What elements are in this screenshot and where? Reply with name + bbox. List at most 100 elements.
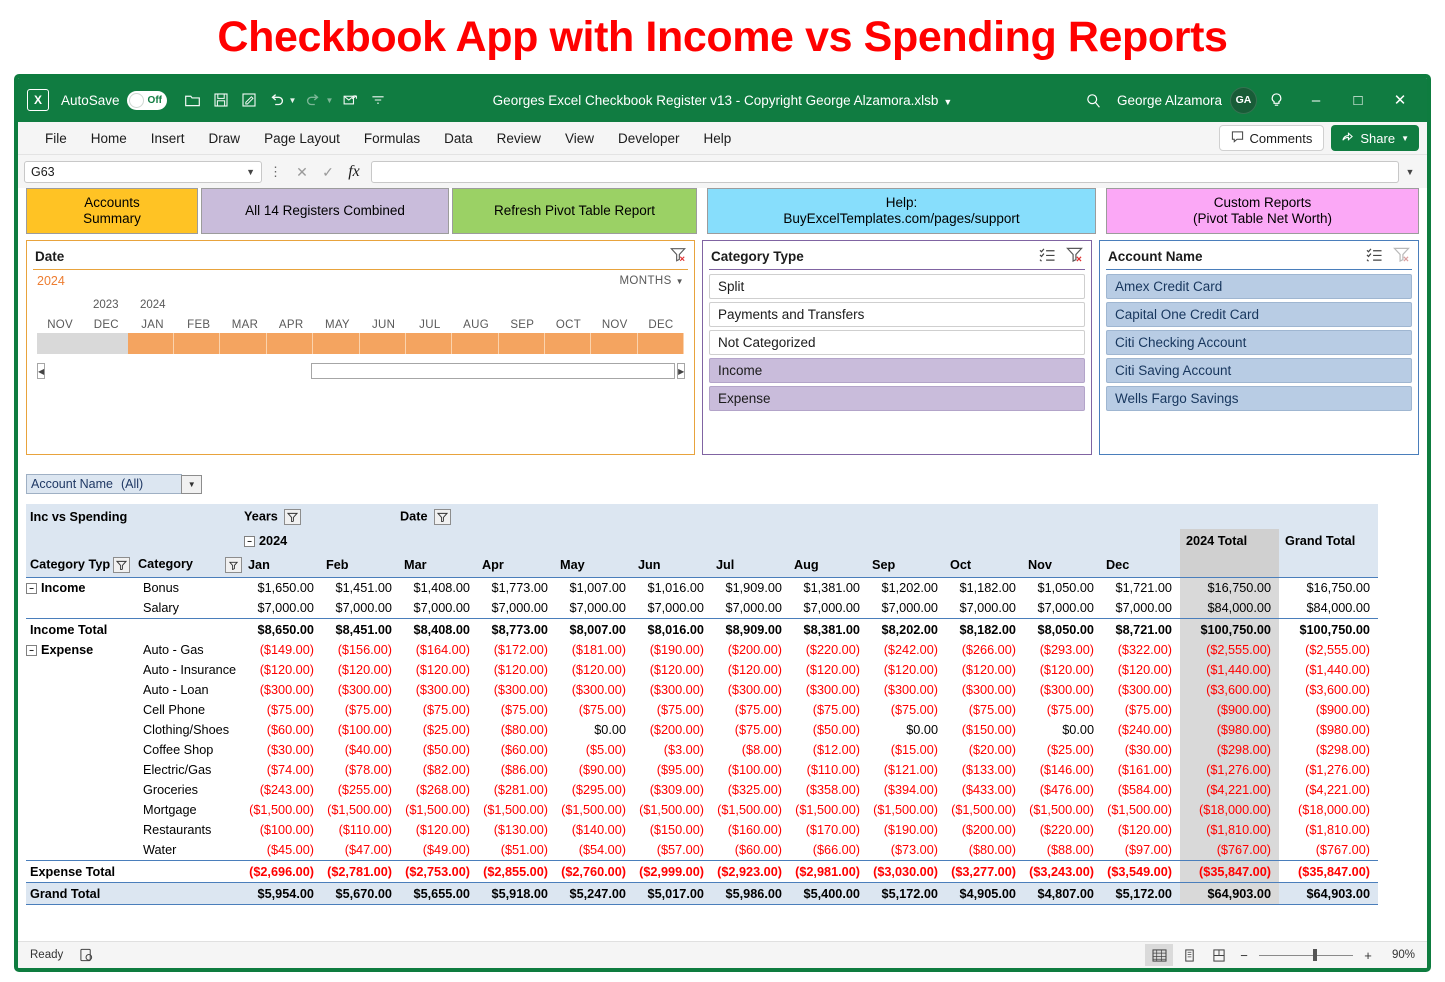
tab-view[interactable]: View (554, 128, 605, 149)
timeline-segment[interactable] (82, 333, 128, 354)
accounts-summary-button[interactable]: Accounts Summary (26, 188, 198, 234)
minimize-button[interactable]: – (1295, 85, 1337, 115)
zoom-slider-thumb[interactable] (1313, 949, 1317, 961)
open-icon[interactable] (180, 87, 206, 113)
collapse-income-icon[interactable]: − (26, 583, 37, 595)
timeline-segment[interactable] (127, 333, 175, 354)
category-slicer-item-not-categorized[interactable]: Not Categorized (709, 330, 1085, 355)
pivot-group-expense[interactable]: − Expense (26, 640, 134, 660)
category-sort-filter-icon[interactable] (225, 557, 242, 573)
avatar[interactable]: GA (1230, 86, 1257, 114)
arrow-left-icon[interactable]: ◀ (37, 363, 46, 379)
redo-icon[interactable] (300, 87, 326, 113)
timeline-scrollbar[interactable]: ◀ ▶ (37, 363, 686, 379)
clear-filter-icon[interactable] (1066, 247, 1083, 265)
cancel-icon[interactable]: ✕ (289, 161, 315, 183)
formula-bar-options-icon[interactable]: ⋮ (262, 164, 289, 180)
tab-help[interactable]: Help (693, 128, 743, 149)
zoom-level[interactable]: 90% (1387, 949, 1415, 961)
refresh-pivot-table-button[interactable]: Refresh Pivot Table Report (452, 188, 697, 234)
redo-dropdown-icon[interactable]: ▼ (325, 96, 333, 105)
years-filter-icon[interactable] (284, 508, 302, 525)
close-button[interactable]: ✕ (1379, 85, 1421, 115)
save-icon[interactable] (208, 87, 234, 113)
autosave-toggle[interactable]: Off (126, 90, 167, 110)
lightbulb-icon[interactable] (1257, 85, 1295, 115)
category-slicer-item-income[interactable]: Income (709, 358, 1085, 383)
account-slicer-item-capital-one[interactable]: Capital One Credit Card (1106, 302, 1412, 327)
name-box[interactable]: G63 ▼ (24, 161, 262, 183)
pivot-group-income[interactable]: − Income (26, 578, 134, 599)
tab-home[interactable]: Home (80, 128, 138, 149)
document-title-dropdown-icon[interactable]: ▼ (943, 97, 952, 107)
category-slicer-item-payments-transfers[interactable]: Payments and Transfers (709, 302, 1085, 327)
timeline-segment[interactable] (637, 333, 685, 354)
help-button[interactable]: Help: BuyExcelTemplates.com/pages/suppor… (707, 188, 1096, 234)
page-break-view-icon[interactable] (1205, 944, 1233, 966)
search-icon[interactable] (1075, 85, 1113, 115)
timeline-segment[interactable] (544, 333, 592, 354)
tab-insert[interactable]: Insert (140, 128, 196, 149)
timeline-segment[interactable] (313, 333, 360, 354)
multi-select-icon[interactable] (1366, 247, 1383, 265)
save-as-icon[interactable] (236, 87, 262, 113)
all-registers-combined-button[interactable]: All 14 Registers Combined (201, 188, 449, 234)
chevron-down-icon[interactable]: ▼ (676, 277, 684, 286)
pivot-year-group[interactable]: −2024 (244, 529, 1180, 553)
timeline-segment[interactable] (452, 333, 499, 354)
undo-dropdown-icon[interactable]: ▼ (289, 96, 297, 105)
timeline-segment[interactable] (266, 333, 314, 354)
timeline-segment[interactable] (405, 333, 453, 354)
document-title[interactable]: Georges Excel Checkbook Register v13 - C… (493, 93, 953, 108)
timeline-level-selector[interactable]: MONTHS ▼ (619, 275, 684, 287)
timeline-segment[interactable] (591, 333, 638, 354)
tab-review[interactable]: Review (486, 128, 552, 149)
tab-draw[interactable]: Draw (198, 128, 252, 149)
clear-filter-icon[interactable] (1393, 247, 1410, 265)
timeline-segment[interactable] (174, 333, 221, 354)
category-slicer-item-split[interactable]: Split (709, 274, 1085, 299)
normal-view-icon[interactable] (1145, 944, 1173, 966)
timeline-segment[interactable] (37, 333, 83, 354)
category-type-filter-icon[interactable] (113, 557, 131, 573)
page-filter-cell[interactable]: Account Name (All) (26, 474, 183, 494)
page-layout-view-icon[interactable] (1175, 944, 1203, 966)
timeline-selection-bar[interactable] (37, 333, 685, 354)
tab-formulas[interactable]: Formulas (353, 128, 431, 149)
undo-icon[interactable] (264, 87, 290, 113)
formula-input[interactable] (371, 161, 1399, 183)
custom-reports-button[interactable]: Custom Reports (Pivot Table Net Worth) (1106, 188, 1419, 234)
tab-page-layout[interactable]: Page Layout (253, 128, 351, 149)
collapse-year-icon[interactable]: − (244, 536, 255, 548)
fx-icon[interactable]: fx (341, 161, 367, 183)
tab-file[interactable]: File (34, 128, 78, 149)
clear-filter-icon[interactable] (670, 247, 686, 265)
expand-formula-bar-icon[interactable]: ▼ (1399, 161, 1421, 183)
multi-select-icon[interactable] (1039, 247, 1056, 265)
customize-qat-icon[interactable] (365, 87, 391, 113)
timeline-segment[interactable] (220, 333, 267, 354)
page-filter-dropdown-icon[interactable]: ▼ (181, 474, 203, 494)
tab-data[interactable]: Data (433, 128, 484, 149)
timeline-segment[interactable] (498, 333, 545, 354)
share-button[interactable]: Share ▼ (1331, 125, 1419, 151)
category-slicer-item-expense[interactable]: Expense (709, 386, 1085, 411)
collapse-expense-icon[interactable]: − (26, 645, 37, 657)
check-icon[interactable]: ✓ (315, 161, 341, 183)
comments-button[interactable]: Comments (1218, 125, 1325, 151)
zoom-out-button[interactable]: − (1235, 948, 1253, 963)
name-box-dropdown-icon[interactable]: ▼ (246, 167, 255, 177)
timeline-segment[interactable] (359, 333, 406, 354)
maximize-button[interactable]: □ (1337, 85, 1379, 115)
date-filter-icon[interactable] (434, 508, 452, 525)
account-slicer-item-citi-saving[interactable]: Citi Saving Account (1106, 358, 1412, 383)
arrow-right-icon[interactable]: ▶ (677, 363, 686, 379)
share-dropdown-icon[interactable]: ▼ (1401, 134, 1409, 143)
account-slicer-item-citi-checking[interactable]: Citi Checking Account (1106, 330, 1412, 355)
email-icon[interactable] (337, 87, 363, 113)
account-slicer-item-amex[interactable]: Amex Credit Card (1106, 274, 1412, 299)
macro-record-icon[interactable] (77, 947, 95, 963)
tab-developer[interactable]: Developer (607, 128, 691, 149)
timeline-scroll-thumb[interactable] (311, 363, 676, 379)
timeline-scroll-track[interactable] (47, 363, 676, 379)
